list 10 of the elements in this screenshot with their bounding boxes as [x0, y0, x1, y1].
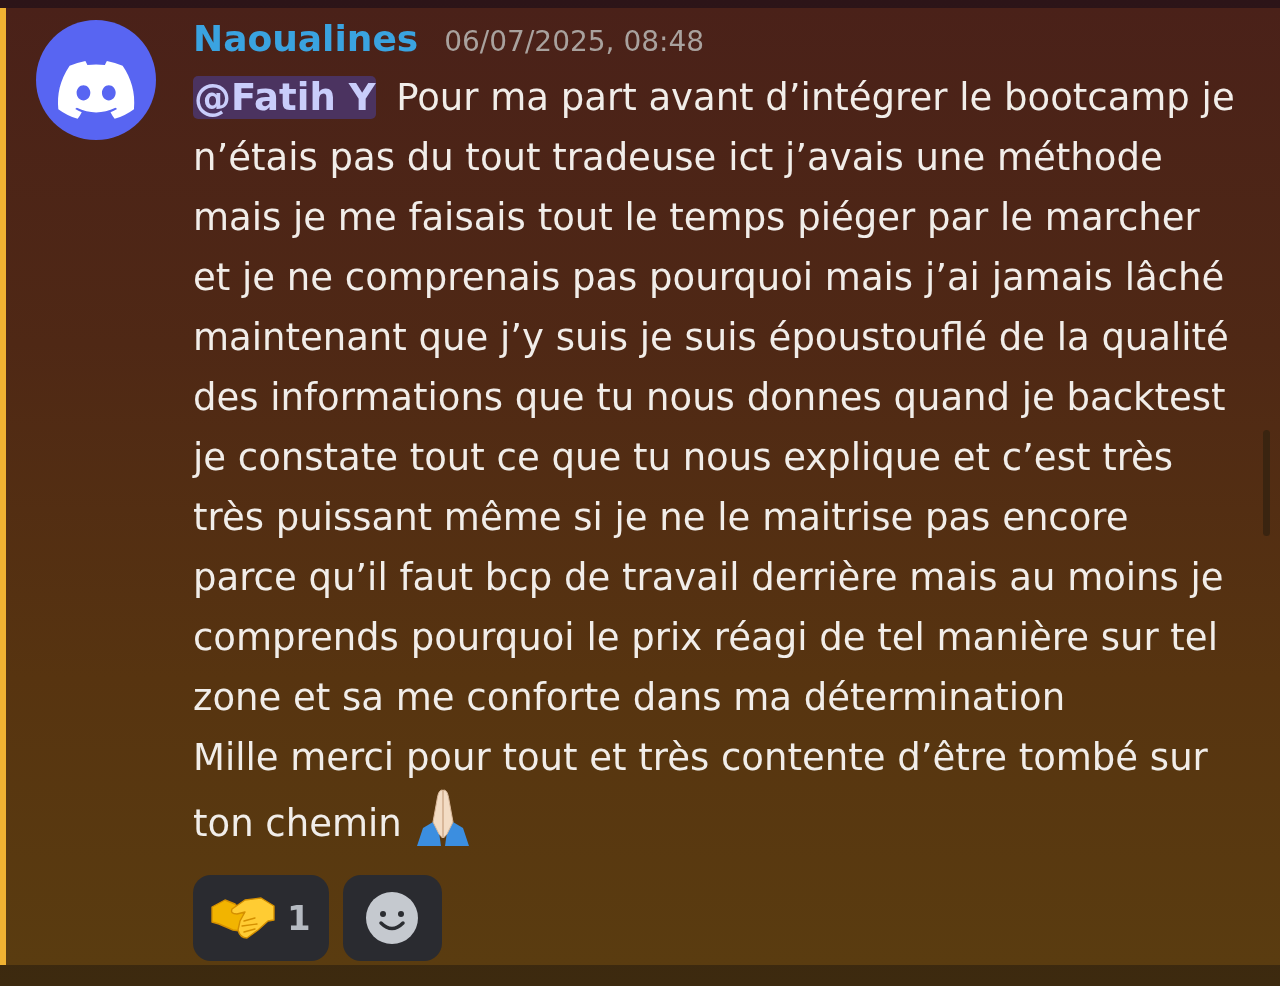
message-text: @Fatih Y Pour ma part avant d’intégrer le bootcamp je n’étais pas du tout tradeuse ict j’avais une méthode mais je me faisais tout le temps piéger par le marcher et je ne comprenais pas pourquoi mais j’ai jamais lâché maintenant que j’y suis je suis époustouflé de la qualité des informations que tu nous donnes quand je backtest je constate tout ce que tu nous explique et c’est très très puissant même si je ne le maitrise pas encore parce qu’il faut bcp de travail derrière mais au moins je comprends pourquoi le prix réagi de tel manière sur tel zone et sa me conforte dans ma détermination Mille merci pour tout et très contente d’être tombé sur ton chemin [193, 75, 1236, 848]
avatar-icon[interactable] [36, 20, 156, 140]
handshake-icon [211, 895, 275, 941]
author-name[interactable]: Naoualines [193, 18, 419, 59]
add-reaction-button[interactable] [342, 875, 442, 961]
smiley-icon [366, 892, 419, 944]
user-mention[interactable]: @Fatih Y [193, 76, 377, 119]
timestamp: 06/07/2025, 08:48 [444, 25, 705, 58]
reaction-button[interactable]: 1 [193, 875, 329, 961]
scrollbar-thumb[interactable] [1263, 430, 1270, 536]
